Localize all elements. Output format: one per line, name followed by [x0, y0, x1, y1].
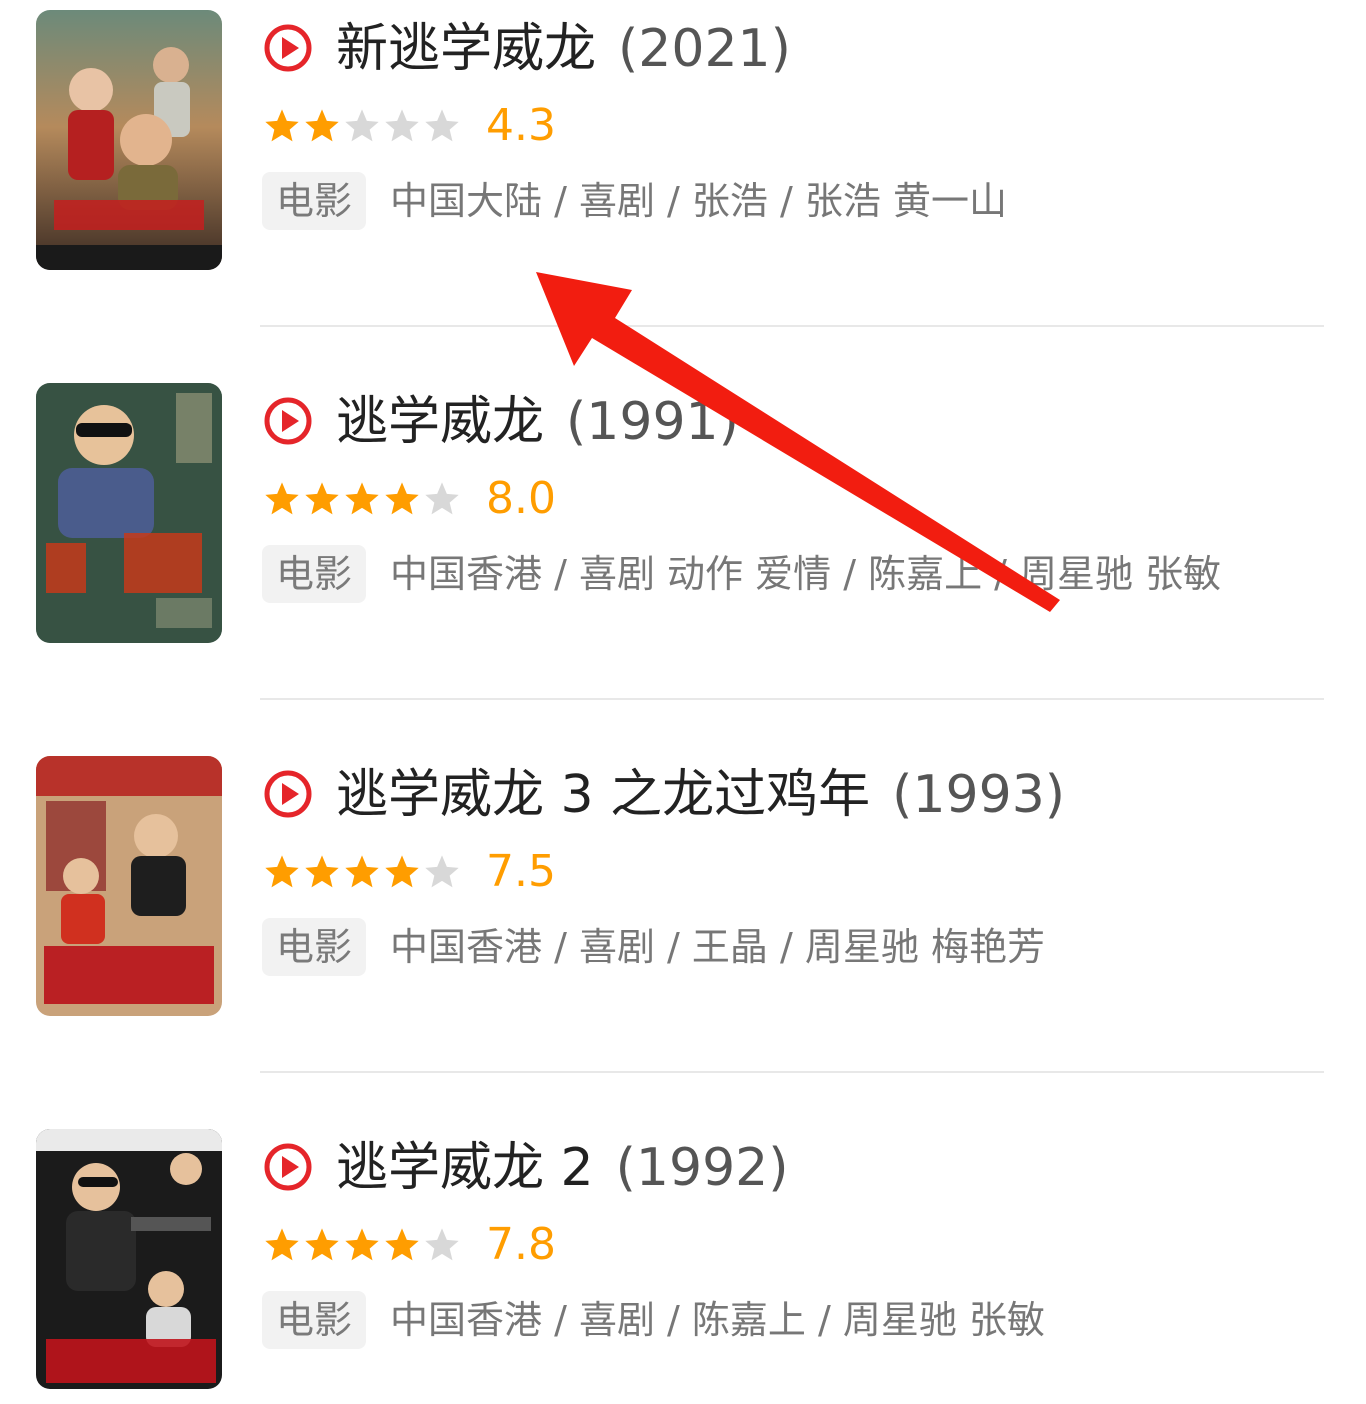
- movie-year: (1993): [892, 765, 1066, 825]
- star-icon: [385, 482, 419, 515]
- movie-title[interactable]: 逃学威龙 (1991): [336, 387, 739, 457]
- star-icon: [265, 482, 299, 515]
- type-tag: 电影: [262, 172, 367, 230]
- movie-title-text[interactable]: 逃学威龙 2: [336, 1138, 594, 1198]
- star-icon: [305, 1228, 339, 1261]
- movie-meta: 中国香港 / 喜剧 / 陈嘉上 / 周星驰 张敏: [390, 1298, 1045, 1342]
- movie-meta: 中国香港 / 喜剧 动作 爱情 / 陈嘉上 / 周星驰 张敏: [390, 552, 1222, 596]
- star-icon: [265, 109, 299, 142]
- play-circle-icon[interactable]: [262, 1141, 314, 1193]
- type-tag: 电影: [262, 918, 367, 976]
- star-icon: [345, 1228, 379, 1261]
- star-icon: [345, 855, 379, 888]
- play-circle-icon[interactable]: [262, 395, 314, 447]
- movie-poster[interactable]: [36, 1129, 222, 1389]
- movie-poster[interactable]: [36, 756, 222, 1016]
- rating-score: 7.5: [486, 846, 556, 897]
- movie-title-text[interactable]: 逃学威龙 3 之龙过鸡年: [336, 765, 870, 825]
- movie-meta: 中国香港 / 喜剧 / 王晶 / 周星驰 梅艳芳: [390, 925, 1045, 969]
- star-icon: [265, 855, 299, 888]
- star-icon: [425, 109, 459, 142]
- star-icon: [305, 109, 339, 142]
- star-icon: [425, 855, 459, 888]
- star-icon: [385, 855, 419, 888]
- rating-score: 4.3: [486, 100, 556, 151]
- star-rating: [262, 850, 462, 894]
- movie-title[interactable]: 逃学威龙 2 (1992): [336, 1133, 789, 1203]
- movie-year: (1991): [566, 392, 739, 452]
- divider: [260, 1071, 1324, 1073]
- divider: [260, 325, 1324, 327]
- star-icon: [305, 482, 339, 515]
- movie-year: (1992): [615, 1138, 789, 1198]
- star-icon: [345, 482, 379, 515]
- result-item-0[interactable]: 新逃学威龙 (2021) 4.3 电影 中国大陆 / 喜剧 / 张浩 / 张浩 黄…: [0, 0, 1366, 300]
- play-circle-icon[interactable]: [262, 22, 314, 74]
- star-icon: [385, 109, 419, 142]
- star-icon: [305, 855, 339, 888]
- rating-score: 7.8: [486, 1219, 556, 1270]
- movie-title-text[interactable]: 逃学威龙: [336, 392, 544, 452]
- star-icon: [385, 1228, 419, 1261]
- divider: [260, 698, 1324, 700]
- result-item-1[interactable]: 逃学威龙 (1991) 8.0 电影 中国香港 / 喜剧 动作 爱情 / 陈嘉上 …: [0, 373, 1366, 673]
- type-tag: 电影: [262, 545, 367, 603]
- play-circle-icon[interactable]: [262, 768, 314, 820]
- result-item-3[interactable]: 逃学威龙 2 (1992) 7.8 电影 中国香港 / 喜剧 / 陈嘉上 / 周星…: [0, 1119, 1366, 1404]
- star-icon: [425, 1228, 459, 1261]
- star-rating: [262, 1223, 462, 1267]
- star-icon: [265, 1228, 299, 1261]
- movie-poster[interactable]: [36, 10, 222, 270]
- movie-year: (2021): [618, 19, 791, 79]
- movie-title[interactable]: 逃学威龙 3 之龙过鸡年 (1993): [336, 760, 1065, 830]
- movie-title-text[interactable]: 新逃学威龙: [336, 19, 596, 79]
- rating-score: 8.0: [486, 473, 556, 524]
- star-icon: [345, 109, 379, 142]
- search-results-page: 新逃学威龙 (2021) 4.3 电影 中国大陆 / 喜剧 / 张浩 / 张浩 黄…: [0, 0, 1366, 1404]
- movie-meta: 中国大陆 / 喜剧 / 张浩 / 张浩 黄一山: [390, 179, 1007, 223]
- result-item-2[interactable]: 逃学威龙 3 之龙过鸡年 (1993) 7.5 电影 中国香港 / 喜剧 / 王晶…: [0, 746, 1366, 1046]
- star-rating: [262, 104, 462, 148]
- star-rating: [262, 477, 462, 521]
- movie-title[interactable]: 新逃学威龙 (2021): [336, 14, 791, 84]
- type-tag: 电影: [262, 1291, 367, 1349]
- movie-poster[interactable]: [36, 383, 222, 643]
- star-icon: [425, 482, 459, 515]
